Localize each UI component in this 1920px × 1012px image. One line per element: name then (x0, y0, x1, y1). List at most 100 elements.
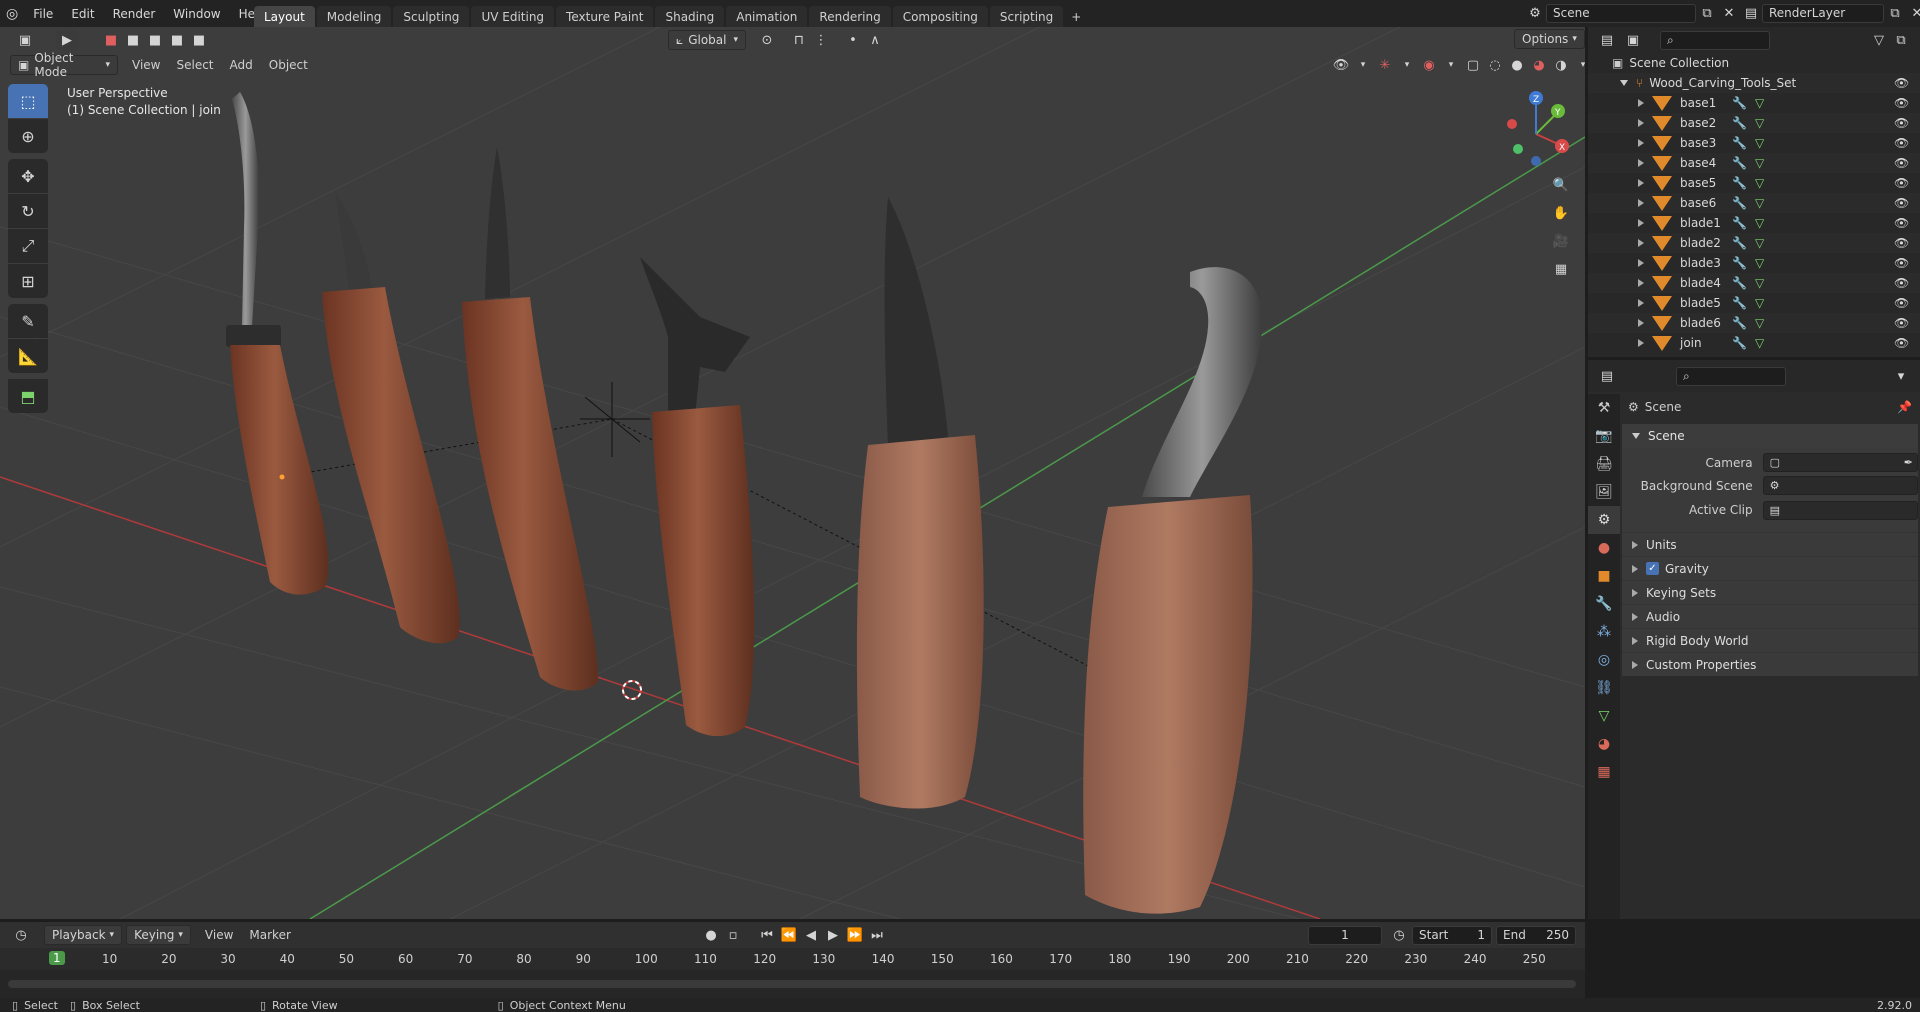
expand-arrow-icon[interactable] (1638, 159, 1644, 167)
outliner-collection-row[interactable]: ⑂ Wood_Carving_Tools_Set 👁 (1588, 73, 1920, 93)
outliner-object-row[interactable]: base1 🔧 ▽ 👁 (1588, 93, 1920, 113)
rotate-tool-icon[interactable]: ↻ (8, 194, 48, 228)
eye-icon[interactable]: 👁 (1894, 296, 1909, 310)
mesh-data-icon[interactable]: ▽ (1755, 176, 1764, 190)
editor-type-icon[interactable]: ◷ (10, 925, 32, 945)
keying-sets-panel[interactable]: Keying Sets (1622, 580, 1918, 604)
snap-target-icon[interactable]: ⋮ (810, 30, 832, 50)
expand-arrow-icon[interactable] (1638, 259, 1644, 267)
eye-icon[interactable]: 👁 (1894, 156, 1909, 170)
outliner-object-row[interactable]: base3 🔧 ▽ 👁 (1588, 133, 1920, 153)
jump-end-icon[interactable]: ⏭ (866, 925, 888, 945)
mesh-data-icon[interactable]: ▽ (1755, 96, 1764, 110)
display-mode-icon[interactable]: ▣ (1622, 30, 1644, 50)
select-box-tool-icon[interactable]: ⬚ (8, 84, 48, 118)
expand-arrow-icon[interactable] (1638, 99, 1644, 107)
camera-field[interactable]: ▢ ✒ (1762, 453, 1918, 472)
tab-animation[interactable]: Animation (726, 6, 808, 27)
jump-start-icon[interactable]: ⏮ (756, 925, 778, 945)
add-menu[interactable]: Add (230, 58, 253, 72)
marker-menu[interactable]: Marker (249, 928, 290, 942)
texture-tab-icon[interactable]: ▦ (1588, 758, 1620, 786)
mode-dropdown[interactable]: ▣ Object Mode ▾ (10, 51, 118, 79)
modifier-icon[interactable]: 🔧 (1732, 296, 1747, 310)
play-reverse-icon[interactable]: ◀ (800, 925, 822, 945)
modifier-icon[interactable]: 🔧 (1732, 256, 1747, 270)
measure-tool-icon[interactable]: 📐 (8, 339, 48, 373)
new-view-layer-icon[interactable]: ⧉ (1884, 3, 1906, 23)
constraints-tab-icon[interactable]: ⛓ (1588, 674, 1620, 702)
view-layer-icon[interactable]: ▤ (1740, 3, 1762, 23)
record-icon[interactable]: ● (700, 925, 722, 945)
expand-arrow-icon[interactable] (1638, 279, 1644, 287)
scene-tab-icon[interactable]: ⚙ (1588, 506, 1620, 534)
annotate-tool-icon[interactable]: ✎ (8, 304, 48, 338)
overlays-toggle-icon[interactable]: ◉ (1418, 55, 1440, 75)
outliner-object-row[interactable]: blade5 🔧 ▽ 👁 (1588, 293, 1920, 313)
eye-icon[interactable]: 👁 (1894, 236, 1909, 250)
rigid-body-world-panel[interactable]: Rigid Body World (1622, 628, 1918, 652)
expand-arrow-icon[interactable] (1638, 219, 1644, 227)
expand-arrow-icon[interactable] (1638, 319, 1644, 327)
properties-search-input[interactable]: ⌕ (1676, 366, 1786, 386)
outliner-root-row[interactable]: ▣ Scene Collection (1588, 53, 1920, 73)
expand-arrow-icon[interactable] (1638, 139, 1644, 147)
navigation-gizmo[interactable]: X Y Z (1496, 89, 1576, 169)
outliner-object-row[interactable]: blade1 🔧 ▽ 👁 (1588, 213, 1920, 233)
viewport-scene[interactable] (0, 27, 1585, 919)
active-clip-field[interactable]: ▤ (1762, 500, 1918, 520)
expand-arrow-icon[interactable] (1638, 119, 1644, 127)
mesh-data-icon[interactable]: ▽ (1755, 156, 1764, 170)
timeline-scrollbar[interactable] (8, 980, 1576, 988)
transform-orientation-dropdown[interactable]: ⟀ Global ▾ (668, 30, 746, 50)
play-icon[interactable]: ▶ (822, 925, 844, 945)
mesh-data-icon[interactable]: ▽ (1755, 336, 1764, 350)
frame-ruler[interactable]: 1 10 20 30 40 50 60 70 80 90 100 110 120 130 140 150 160… (0, 948, 1585, 970)
extend-selection-icon[interactable]: ■ (122, 30, 144, 50)
end-frame-field[interactable]: End 250 (1496, 925, 1576, 945)
scale-tool-icon[interactable]: ⤢ (8, 229, 48, 263)
snap-icon[interactable]: ⊓ (788, 30, 810, 50)
outliner-object-row[interactable]: blade3 🔧 ▽ 👁 (1588, 253, 1920, 273)
current-frame-field[interactable]: 1 (1308, 925, 1382, 945)
outliner-object-row[interactable]: join 🔧 ▽ 👁 (1588, 333, 1920, 353)
modifier-icon[interactable]: 🔧 (1732, 96, 1747, 110)
solid-shading-icon[interactable]: ● (1506, 55, 1528, 75)
invert-selection-icon[interactable]: ■ (166, 30, 188, 50)
scene-selector[interactable]: Scene (1546, 3, 1696, 23)
world-tab-icon[interactable]: ● (1588, 534, 1620, 562)
eye-icon[interactable]: 👁 (1894, 116, 1909, 130)
delete-scene-icon[interactable]: ✕ (1718, 3, 1740, 23)
tab-modeling[interactable]: Modeling (316, 6, 392, 27)
modifier-icon[interactable]: 🔧 (1732, 336, 1747, 350)
tab-texture-paint[interactable]: Texture Paint (556, 6, 654, 27)
tab-rendering[interactable]: Rendering (809, 6, 891, 27)
modifier-icon[interactable]: 🔧 (1732, 216, 1747, 230)
gravity-checkbox[interactable]: ✓ (1646, 562, 1659, 575)
outliner-object-row[interactable]: base2 🔧 ▽ 👁 (1588, 113, 1920, 133)
eye-icon[interactable]: 👁 (1894, 256, 1909, 270)
set-selection-icon[interactable]: ■ (100, 30, 122, 50)
expand-arrow-icon[interactable] (1620, 80, 1628, 86)
menu-render[interactable]: Render (104, 7, 165, 21)
zoom-icon[interactable]: 🔍 (1550, 175, 1572, 195)
modifier-icon[interactable]: 🔧 (1732, 156, 1747, 170)
mesh-data-icon[interactable]: ▽ (1755, 236, 1764, 250)
perspective-toggle-icon[interactable]: ▦ (1550, 259, 1572, 279)
outliner-object-row[interactable]: base4 🔧 ▽ 👁 (1588, 153, 1920, 173)
editor-type-icon[interactable]: ▤ (1596, 30, 1618, 50)
expand-arrow-icon[interactable] (1638, 239, 1644, 247)
blender-logo-icon[interactable]: ◎ (6, 6, 18, 22)
chevron-down-icon[interactable]: ▾ (1352, 55, 1374, 75)
expand-arrow-icon[interactable] (1638, 339, 1644, 347)
modifier-tab-icon[interactable]: 🔧 (1588, 590, 1620, 618)
timeline-view-menu[interactable]: View (205, 928, 233, 942)
scene-panel-header[interactable]: Scene (1622, 424, 1918, 448)
options-dropdown[interactable]: Options ▾ (1514, 29, 1585, 49)
rendered-shading-icon[interactable]: ◑ (1550, 55, 1572, 75)
new-collection-icon[interactable]: ⧉ (1890, 30, 1912, 50)
tab-compositing[interactable]: Compositing (892, 6, 988, 27)
output-tab-icon[interactable]: 🖨 (1588, 450, 1620, 478)
particles-tab-icon[interactable]: ⁂ (1588, 618, 1620, 646)
auto-key-options-icon[interactable]: ▫ (722, 925, 744, 945)
